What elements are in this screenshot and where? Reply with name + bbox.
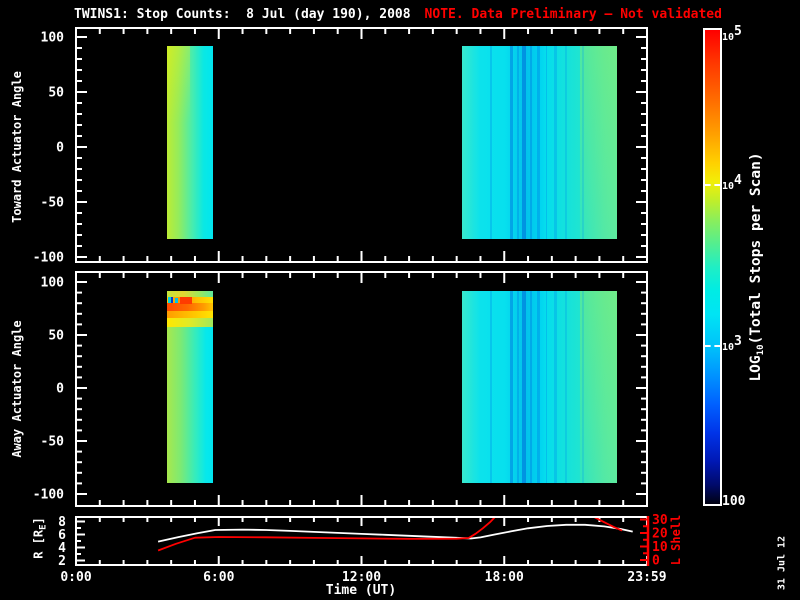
colorbar-gradient — [705, 30, 720, 504]
heatmap-hot-row — [167, 318, 213, 327]
heatmap-band-toward — [462, 46, 617, 240]
heatmap-striation — [565, 291, 567, 484]
svg-text:0: 0 — [56, 141, 64, 156]
heatmap-striation — [554, 291, 556, 484]
svg-text:30: 30 — [652, 513, 668, 528]
heatmap-striation — [582, 291, 584, 484]
heatmap-striation — [517, 291, 519, 484]
plot-title-text: TWINS1: Stop Counts: 8 Jul (day 190), 20… — [74, 7, 411, 22]
plot-datestamp: 31 Jul 12 — [777, 536, 788, 590]
colorbar-label: 104 — [722, 174, 742, 193]
heatmap-overlay — [167, 46, 190, 240]
svg-text:0: 0 — [652, 554, 660, 569]
svg-text:2: 2 — [58, 554, 66, 569]
heatmap-hot-row — [167, 303, 213, 310]
svg-text:50: 50 — [48, 86, 64, 101]
heatmap-speck — [180, 297, 192, 304]
colorbar — [703, 28, 722, 506]
r-axis-label-pre: R [R — [32, 530, 46, 559]
heatmap-overlay — [580, 291, 617, 484]
heatmap-speck — [171, 297, 173, 303]
heatmap-striation — [537, 46, 540, 240]
svg-text:50: 50 — [48, 329, 64, 344]
heatmap-striation — [530, 291, 532, 484]
heatmap-band-away — [462, 291, 617, 484]
heatmap-striation — [522, 291, 526, 484]
time-axis-label: Time (UT) — [286, 583, 436, 598]
plot-title: TWINS1: Stop Counts: 8 Jul (day 190), 20… — [74, 7, 722, 22]
svg-text:4: 4 — [58, 541, 66, 556]
colorbar-tick — [705, 345, 720, 347]
svg-text:-50: -50 — [41, 196, 65, 211]
heatmap-striation — [565, 46, 567, 240]
ephemeris-lines — [158, 516, 633, 550]
svg-text:23:59: 23:59 — [627, 570, 666, 585]
heatmap-overlay — [580, 46, 617, 240]
svg-text:0: 0 — [56, 382, 64, 397]
svg-text:6:00: 6:00 — [203, 570, 234, 585]
svg-text:0:00: 0:00 — [60, 570, 91, 585]
svg-text:10: 10 — [652, 540, 668, 555]
colorbar-tick-labels: 105104103100 — [722, 28, 792, 502]
heatmap-hot-row — [167, 311, 213, 318]
l-shell-line — [158, 516, 496, 550]
heatmap-striation — [517, 46, 519, 240]
heatmap-striation — [510, 291, 513, 484]
heatmap-striation — [537, 291, 540, 484]
l-shell-line — [592, 516, 622, 531]
r-re-line — [158, 525, 633, 542]
heatmap-striation — [530, 46, 532, 240]
heatmap-striation — [490, 291, 492, 484]
twins-stop-counts-plot: TWINS1: Stop Counts: 8 Jul (day 190), 20… — [0, 0, 800, 600]
colorbar-label: 103 — [722, 335, 742, 354]
r-axis-label-post: ] — [32, 517, 46, 524]
heatmap-band-away — [167, 291, 213, 484]
svg-text:100: 100 — [41, 31, 65, 46]
l-shell-axis-label: L Shell — [669, 515, 683, 566]
heatmap-striation — [510, 46, 513, 240]
heatmap-striation — [490, 46, 492, 240]
bottom-panel-axes: 864230201000:006:0012:0018:0023:59 — [58, 513, 668, 585]
heatmap-striation — [546, 46, 548, 240]
r-axis-label: R [RE] — [32, 517, 49, 559]
svg-text:8: 8 — [58, 515, 66, 530]
plot-title-warning: NOTE. Data Preliminary – Not validated — [425, 7, 722, 22]
svg-text:6: 6 — [58, 528, 66, 543]
colorbar-label: 105 — [722, 25, 742, 44]
colorbar-tick — [705, 184, 720, 186]
heatmap-band-toward — [167, 46, 213, 240]
away-angle-axis-label: Away Actuator Angle — [10, 320, 24, 457]
heatmap-striation — [582, 46, 584, 240]
svg-text:-50: -50 — [41, 435, 65, 450]
svg-text:100: 100 — [41, 276, 65, 291]
heatmap-striation — [546, 291, 548, 484]
r-axis-label-subscript: E — [39, 524, 49, 529]
svg-text:18:00: 18:00 — [485, 570, 524, 585]
heatmap-striation — [522, 46, 526, 240]
heatmap-speck — [175, 298, 178, 303]
toward-angle-axis-label: Toward Actuator Angle — [10, 71, 24, 223]
svg-text:-100: -100 — [33, 251, 64, 266]
axes-ticks-and-lines: 100500-50-100100500-50-100864230201000:0… — [0, 0, 800, 600]
colorbar-label: 100 — [722, 490, 745, 509]
svg-text:-100: -100 — [33, 488, 64, 503]
svg-text:20: 20 — [652, 527, 668, 542]
heatmap-striation — [554, 46, 556, 240]
